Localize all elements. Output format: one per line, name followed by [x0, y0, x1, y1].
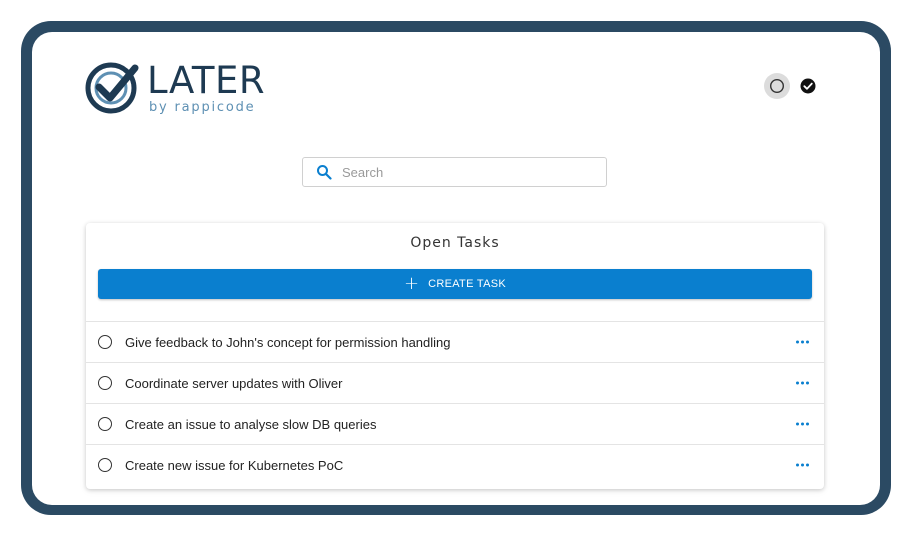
task-label: Create new issue for Kubernetes PoC — [125, 457, 344, 473]
app-screen: LATER by rappicode Open Tasks — [32, 32, 880, 505]
search-bar — [302, 157, 607, 187]
more-options-icon[interactable] — [796, 419, 809, 430]
logo-subtitle: by rappicode — [149, 100, 256, 115]
search-icon — [317, 165, 332, 180]
logo-wordmark: LATER — [147, 59, 266, 102]
task-complete-checkbox[interactable] — [98, 417, 112, 431]
task-complete-checkbox[interactable] — [98, 335, 112, 349]
panel-title: Open Tasks — [410, 235, 500, 251]
task-item: Give feedback to John's concept for perm… — [86, 321, 824, 362]
more-options-icon[interactable] — [796, 337, 809, 348]
open-tasks-card: Open Tasks + CREATE TASK Give feedback t… — [86, 223, 824, 489]
task-label: Create an issue to analyse slow DB queri… — [125, 416, 377, 432]
task-item: Coordinate server updates with Oliver — [86, 362, 824, 403]
task-item: Create an issue to analyse slow DB queri… — [86, 403, 824, 444]
check-circle-icon[interactable] — [800, 78, 816, 94]
create-task-button[interactable]: + CREATE TASK — [98, 269, 812, 299]
task-complete-checkbox[interactable] — [98, 458, 112, 472]
more-options-icon[interactable] — [796, 460, 809, 471]
plus-icon: + — [404, 273, 420, 294]
circle-outline-icon — [769, 78, 785, 94]
logo-check-icon — [85, 62, 139, 114]
create-task-label: CREATE TASK — [428, 278, 506, 290]
device-frame: LATER by rappicode Open Tasks — [21, 21, 891, 515]
show-open-tasks-button[interactable] — [764, 73, 790, 99]
task-complete-checkbox[interactable] — [98, 376, 112, 390]
task-label: Give feedback to John's concept for perm… — [125, 334, 451, 350]
task-item: Create new issue for Kubernetes PoC — [86, 444, 824, 485]
task-list: Give feedback to John's concept for perm… — [86, 321, 824, 485]
search-input[interactable] — [340, 163, 584, 181]
task-label: Coordinate server updates with Oliver — [125, 375, 343, 391]
task-filter-toggle — [764, 73, 824, 99]
app-logo: LATER by rappicode — [85, 59, 285, 119]
more-options-icon[interactable] — [796, 378, 809, 389]
